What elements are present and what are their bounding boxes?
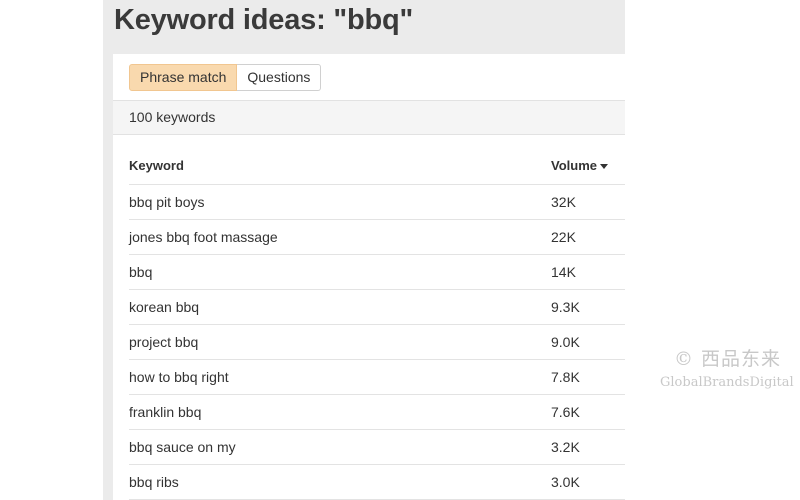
volume-cell: 3.0K	[551, 474, 580, 490]
table-row: project bbq 9.0K	[129, 325, 625, 360]
table-row: franklin bbq 7.6K	[129, 395, 625, 430]
table-row: bbq ribs 3.0K	[129, 465, 625, 500]
column-header-keyword: Keyword	[129, 158, 184, 173]
keyword-cell[interactable]: bbq pit boys	[129, 194, 205, 210]
watermark-line-1: © 西品东来	[674, 348, 782, 370]
match-type-tabs: Phrase match Questions	[129, 64, 322, 91]
table-row: how to bbq right 7.8K	[129, 360, 625, 395]
volume-cell: 9.3K	[551, 299, 580, 315]
page-title: Keyword ideas: "bbq"	[114, 4, 414, 36]
keywords-table: Keyword Volume bbq pit boys 32K jones bb…	[129, 148, 625, 500]
volume-cell: 7.8K	[551, 369, 580, 385]
keyword-cell[interactable]: bbq ribs	[129, 474, 179, 490]
tab-phrase-match[interactable]: Phrase match	[129, 64, 238, 91]
keyword-ideas-card: Phrase match Questions 100 keywords Keyw…	[113, 54, 625, 500]
table-row: bbq 14K	[129, 255, 625, 290]
column-header-volume[interactable]: Volume	[551, 158, 608, 173]
volume-cell: 3.2K	[551, 439, 580, 455]
sort-descending-icon	[600, 164, 608, 170]
volume-cell: 32K	[551, 194, 576, 210]
keyword-cell[interactable]: korean bbq	[129, 299, 199, 315]
table-row: korean bbq 9.3K	[129, 290, 625, 325]
keyword-cell[interactable]: bbq sauce on my	[129, 439, 236, 455]
table-row: bbq pit boys 32K	[129, 185, 625, 220]
keyword-cell[interactable]: how to bbq right	[129, 369, 229, 385]
keyword-cell[interactable]: franklin bbq	[129, 404, 201, 420]
tab-questions[interactable]: Questions	[237, 64, 322, 91]
table-row: bbq sauce on my 3.2K	[129, 430, 625, 465]
volume-cell: 7.6K	[551, 404, 580, 420]
keyword-ideas-panel: Keyword ideas: "bbq" Phrase match Questi…	[103, 0, 625, 500]
table-header: Keyword Volume	[129, 148, 625, 185]
keyword-cell[interactable]: bbq	[129, 264, 152, 280]
volume-cell: 22K	[551, 229, 576, 245]
keyword-cell[interactable]: jones bbq foot massage	[129, 229, 278, 245]
table-row: jones bbq foot massage 22K	[129, 220, 625, 255]
keyword-count: 100 keywords	[129, 109, 216, 125]
volume-cell: 14K	[551, 264, 576, 280]
watermark: © 西品东来 GlobalBrandsDigital	[660, 344, 800, 390]
keyword-count-bar: 100 keywords	[113, 100, 625, 135]
volume-cell: 9.0K	[551, 334, 580, 350]
keyword-cell[interactable]: project bbq	[129, 334, 198, 350]
column-header-volume-label: Volume	[551, 158, 597, 173]
watermark-line-2: GlobalBrandsDigital	[660, 375, 794, 390]
